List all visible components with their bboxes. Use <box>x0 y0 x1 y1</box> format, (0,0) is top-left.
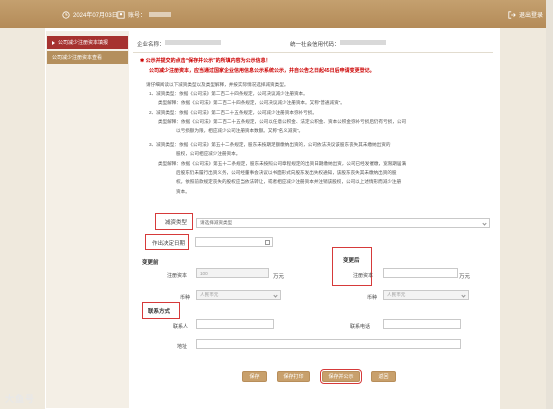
save-and-publish-button[interactable]: 保存并公示 <box>320 369 362 384</box>
after-section-box: 变更后 注册资本 <box>332 247 374 286</box>
instruction-line: 后股东仍未履行出资义务，公司经董事会决议以书面形式向股东发出失权通知，该股东丧失… <box>176 170 397 175</box>
top-bar: 2024年07月03日 账号： 退出登录 <box>0 0 553 28</box>
before-capital-field: 100 <box>196 268 269 278</box>
after-currency-label: 币种 <box>367 295 378 301</box>
logout-button[interactable]: 退出登录 <box>508 10 543 19</box>
reduction-type-placeholder: 请选择减资类型 <box>200 220 233 225</box>
reduction-type-select[interactable]: 请选择减资类型 <box>196 218 490 228</box>
decision-date-label: 作出决定日期 <box>152 241 186 247</box>
credit-code-label: 统一社会信用代码： <box>290 42 340 48</box>
notice-text-1: 公示并提交的点击“保存并公示”的所填内容为公示信息！ <box>145 58 271 64</box>
before-capital-value: 100 <box>200 270 208 276</box>
chevron-down-icon <box>273 293 278 298</box>
contact-phone-label: 联系电话 <box>350 324 371 330</box>
instruction-line: 资本。 <box>176 189 190 194</box>
arrow-right-icon <box>52 40 55 45</box>
contact-person-label: 联系人 <box>173 324 189 330</box>
instruction-line: 以亏损额为限，相应减少公司注册资本数额。又称“名义减资”。 <box>176 128 304 133</box>
notice-line-1: ✱ 公示并提交的点击“保存并公示”的所填内容为公示信息！ <box>140 57 271 64</box>
sidebar-item-label: 公司减少注册资本填报 <box>58 40 109 46</box>
before-currency-label: 币种 <box>180 295 191 301</box>
address-label: 地址 <box>177 344 188 350</box>
chevron-down-icon <box>461 293 466 298</box>
divider <box>133 52 493 53</box>
instruction-line: 请仔细阅读以下减资类型以及类型解释，并按实际情况选择减资类型。 <box>146 82 289 87</box>
before-capital-label: 注册资本 <box>167 273 188 279</box>
sidebar-item-label: 公司减少注册资本查看 <box>52 55 103 61</box>
sidebar-item-capital-reduction-fill[interactable]: 公司减少注册资本填报 <box>47 36 128 49</box>
back-button[interactable]: 返回 <box>371 371 396 382</box>
instruction-line: 股权，公司相应减少注册资本。 <box>176 151 241 156</box>
instruction-line: 类型解释：依据《公司法》第五十二条规定，股东未按照公司章程规定的出资日期缴纳出资… <box>158 161 407 166</box>
watermark: 大鱼号 <box>5 394 36 404</box>
contact-person-input[interactable] <box>196 319 274 329</box>
user-icon <box>117 10 125 19</box>
instruction-line: 权。依照前款规定丧失的股权应当依法转让，或者相应减少注册资本并注销该股权，公司以… <box>176 179 402 184</box>
chevron-down-icon <box>482 221 487 226</box>
instruction-line: 类型解释：依据《公司法》第二百二十五条规定，公司以任意公积金、法定公积金、资本公… <box>158 119 407 124</box>
notice-line-2: 公司减少注册资本，应当通过国家企业信用信息公示系统公示，并自公告之日起45日后申… <box>149 68 375 74</box>
warning-icon: ✱ <box>140 58 145 64</box>
date-display: 2024年07月03日 <box>62 10 118 19</box>
after-capital-label: 注册资本 <box>353 273 374 279</box>
scrollbar[interactable] <box>546 0 553 409</box>
save-print-button[interactable]: 保存打印 <box>277 371 310 382</box>
after-currency-value: 人民币元 <box>387 292 406 297</box>
account-label: 账号： <box>128 13 147 19</box>
reduction-type-label-box: 减资类型 <box>155 213 193 230</box>
before-currency-select: 人民币元 <box>196 290 281 300</box>
sidebar: 公司减少注册资本填报 公司减少注册资本查看 <box>46 31 129 408</box>
decision-date-label-box: 作出决定日期 <box>145 234 189 250</box>
credit-code-redacted <box>340 40 386 45</box>
company-name-label: 企业名称： <box>137 42 165 48</box>
current-date: 2024年07月03日 <box>73 13 118 19</box>
instruction-line: 类型解释：依据《公司法》第二百二十四条规定，公司决议减少注册资本。又称“普通减资… <box>158 100 345 105</box>
logout-icon <box>508 10 516 19</box>
after-section-title: 变更后 <box>343 258 360 264</box>
account-display: 账号： <box>117 10 172 19</box>
clock-icon <box>62 10 70 19</box>
instruction-line: 3、减资类型：依据《公司法》第五十二条规定，股东未按期足额缴纳出资的，公司依法决… <box>149 142 391 147</box>
before-section-title: 变更前 <box>142 260 159 266</box>
reduction-type-label: 减资类型 <box>165 220 188 226</box>
after-capital-input[interactable] <box>383 268 458 278</box>
instruction-line: 1、减资类型：依据《公司法》第二百二十四条规定，公司决议减少注册资本。 <box>149 91 308 96</box>
after-currency-select[interactable]: 人民币元 <box>383 290 469 300</box>
contact-phone-input[interactable] <box>383 319 461 329</box>
contact-section-title: 联系方式 <box>148 309 171 315</box>
address-input[interactable] <box>196 339 461 349</box>
account-value-redacted <box>149 12 172 17</box>
company-name-redacted <box>165 40 221 45</box>
after-capital-unit: 万元 <box>459 274 471 280</box>
logout-label: 退出登录 <box>519 13 544 19</box>
instruction-line: 2、减资类型：依据《公司法》第二百二十五条规定，公司减少注册资本弥补亏损。 <box>149 110 317 115</box>
sidebar-item-capital-reduction-view[interactable]: 公司减少注册资本查看 <box>47 51 128 64</box>
save-button[interactable]: 保存 <box>242 371 267 382</box>
contact-section-box: 联系方式 <box>142 302 180 319</box>
before-currency-value: 人民币元 <box>200 292 219 297</box>
before-capital-unit: 万元 <box>273 274 285 280</box>
calendar-icon <box>265 240 270 245</box>
decision-date-input[interactable] <box>195 237 273 247</box>
